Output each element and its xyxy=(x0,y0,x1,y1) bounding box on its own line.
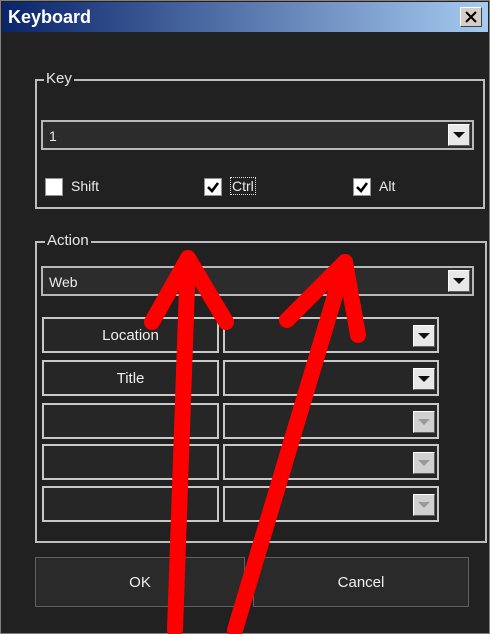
param-name-cell xyxy=(42,444,219,480)
shift-checkbox[interactable] xyxy=(45,178,63,196)
ctrl-checkbox[interactable] xyxy=(204,178,222,196)
key-group-label: Key xyxy=(44,70,74,87)
param-value-cell[interactable] xyxy=(223,360,439,396)
chevron-down-icon xyxy=(453,132,465,138)
close-icon xyxy=(465,11,477,23)
shift-label: Shift xyxy=(71,178,100,194)
checkmark-icon xyxy=(207,182,220,193)
alt-label: Alt xyxy=(379,178,396,194)
chevron-down-icon xyxy=(418,460,430,466)
keyboard-dialog: Keyboard Key 1 Shift Ctrl Alt Action Web… xyxy=(0,0,490,634)
key-dropdown-button[interactable] xyxy=(448,124,470,146)
alt-checkbox[interactable] xyxy=(353,178,371,196)
chevron-down-icon xyxy=(418,333,430,339)
key-select[interactable]: 1 xyxy=(41,120,474,150)
param-value-cell xyxy=(223,444,439,480)
ctrl-label: Ctrl xyxy=(230,177,256,195)
action-select-value: Web xyxy=(49,274,78,290)
chevron-down-icon xyxy=(418,502,430,508)
param-dropdown-button xyxy=(413,452,435,474)
param-name-cell xyxy=(42,403,219,439)
action-dropdown-button[interactable] xyxy=(448,270,470,292)
close-button[interactable] xyxy=(460,7,482,27)
param-name-cell xyxy=(42,486,219,522)
param-value-cell xyxy=(223,403,439,439)
action-select[interactable]: Web xyxy=(41,266,474,296)
param-dropdown-button[interactable] xyxy=(413,325,435,347)
param-dropdown-button[interactable] xyxy=(413,368,435,390)
chevron-down-icon xyxy=(453,278,465,284)
cancel-button[interactable]: Cancel xyxy=(253,557,469,607)
key-select-value: 1 xyxy=(49,128,57,144)
param-value-cell xyxy=(223,486,439,522)
ok-button[interactable]: OK xyxy=(35,557,245,607)
param-dropdown-button xyxy=(413,494,435,516)
chevron-down-icon xyxy=(418,419,430,425)
action-group-label: Action xyxy=(45,232,91,249)
title-bar: Keyboard xyxy=(2,2,488,32)
chevron-down-icon xyxy=(418,376,430,382)
param-name-cell[interactable]: Title xyxy=(42,360,219,396)
param-name-cell[interactable]: Location xyxy=(42,317,219,353)
param-dropdown-button xyxy=(413,411,435,433)
param-value-cell[interactable] xyxy=(223,317,439,353)
dialog-title: Keyboard xyxy=(8,7,92,27)
checkmark-icon xyxy=(356,182,369,193)
